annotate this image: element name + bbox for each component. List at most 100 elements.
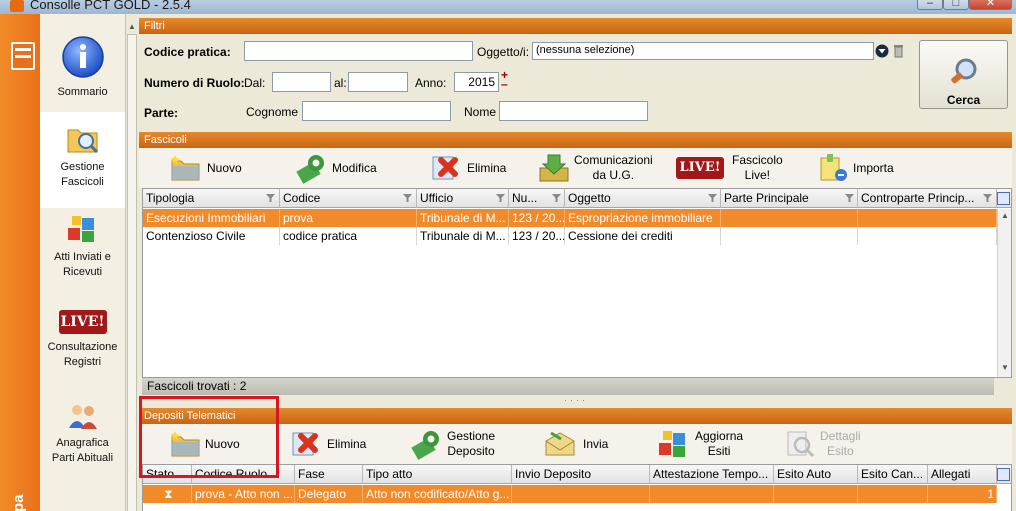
column-header[interactable]: Oggetto bbox=[565, 189, 721, 208]
fascicoli-import-button[interactable]: Importa bbox=[817, 148, 894, 188]
found-count: 2 bbox=[239, 379, 247, 393]
toolbar-label: Invia bbox=[583, 436, 609, 451]
cognome-input[interactable] bbox=[302, 101, 451, 121]
table-cell: Espropriazione immobiliare bbox=[565, 209, 721, 227]
table-cell bbox=[858, 209, 997, 227]
scroll-thumb[interactable] bbox=[127, 34, 137, 511]
oggetto-label: Oggetto/i: bbox=[477, 45, 530, 59]
anno-stepper[interactable]: + – bbox=[501, 69, 508, 90]
table-cell: Contenzioso Civile bbox=[143, 227, 280, 245]
toolbar-label: da U.G. bbox=[592, 168, 635, 182]
depositi-gestione-button[interactable]: Gestione Deposito bbox=[409, 424, 495, 464]
filter-icon[interactable] bbox=[845, 194, 854, 202]
anno-input[interactable] bbox=[454, 72, 499, 92]
people-icon bbox=[68, 405, 97, 429]
scroll-up-icon[interactable]: ▲ bbox=[1001, 211, 1009, 220]
search-button[interactable]: Cerca bbox=[919, 40, 1008, 109]
toolbar-label: Gestione bbox=[447, 429, 496, 443]
filters-header: Filtri bbox=[139, 18, 1012, 34]
maximize-button[interactable]: □ bbox=[943, 0, 969, 10]
toolbar-label: Live! bbox=[744, 168, 771, 182]
nav-label: Consultazione bbox=[47, 341, 118, 353]
table-cell bbox=[650, 485, 774, 503]
fascicoli-scrollbar[interactable]: ▲ ▼ bbox=[997, 209, 1011, 377]
left-brand-bar: Spa bbox=[0, 14, 40, 511]
table-cell: prova bbox=[280, 209, 417, 227]
fascicoli-new-button[interactable]: Nuovo bbox=[169, 148, 242, 188]
column-header[interactable]: Fase bbox=[295, 465, 363, 484]
column-header[interactable]: Parte Principale bbox=[721, 189, 858, 208]
table-cell: 123 / 20... bbox=[509, 209, 565, 227]
toolbar-label: Modifica bbox=[332, 160, 377, 175]
edit-icon bbox=[411, 431, 439, 460]
oggetto-select[interactable]: (nessuna selezione) bbox=[532, 42, 874, 60]
depositi-refresh-button[interactable]: Aggiorna Esiti bbox=[657, 424, 743, 464]
table-cell: Cessione dei crediti bbox=[565, 227, 721, 245]
column-header[interactable]: Controparte Princip... bbox=[858, 189, 997, 208]
nome-input[interactable] bbox=[499, 101, 648, 121]
column-header[interactable]: Esito Auto bbox=[774, 465, 858, 484]
table-row[interactable]: ⧗ prova - Atto non ... Delegato Atto non… bbox=[143, 485, 997, 503]
app-logo-icon bbox=[10, 0, 24, 12]
filter-icon[interactable] bbox=[266, 194, 275, 202]
inbox-icon bbox=[539, 154, 569, 182]
al-input[interactable] bbox=[348, 72, 408, 92]
column-header[interactable]: Esito Can... bbox=[858, 465, 928, 484]
column-header[interactable]: Tipo atto bbox=[363, 465, 512, 484]
fascicoli-toolbar: Nuovo Modifica Elimina Comunicazioni da U… bbox=[139, 148, 1012, 188]
brand-logo-icon bbox=[11, 42, 35, 70]
nav-label: Parti Abituali bbox=[51, 452, 114, 464]
nav-scrollbar[interactable]: ▲ bbox=[125, 14, 138, 511]
depositi-details-button[interactable]: Dettagli Esito bbox=[784, 424, 861, 464]
column-header[interactable]: Tipologia bbox=[143, 189, 280, 208]
fascicoli-delete-button[interactable]: Elimina bbox=[429, 148, 506, 188]
toolbar-label: Importa bbox=[853, 160, 894, 175]
scroll-up-icon[interactable]: ▲ bbox=[128, 22, 136, 31]
nav-label: Anagrafica bbox=[56, 437, 109, 449]
filters-panel: Codice pratica: Oggetto/i: (nessuna sele… bbox=[139, 34, 914, 124]
fascicoli-grid-header: Tipologia Codice Ufficio Nu... Oggetto P… bbox=[143, 189, 1011, 208]
filter-icon[interactable] bbox=[496, 194, 505, 202]
dropdown-down-icon[interactable] bbox=[875, 44, 889, 58]
nav-label: Fascicoli bbox=[61, 176, 104, 188]
close-button[interactable]: ✕ bbox=[969, 0, 1012, 10]
column-header[interactable]: Invio Deposito bbox=[512, 465, 650, 484]
codice-input[interactable] bbox=[244, 41, 473, 61]
filter-icon[interactable] bbox=[403, 194, 412, 202]
filter-icon[interactable] bbox=[552, 194, 561, 202]
depositi-delete-button[interactable]: Elimina bbox=[289, 424, 366, 464]
nav-panel: Sommario Gestione Fascicoli Atti Inviati… bbox=[40, 14, 125, 511]
table-row[interactable]: Contenzioso Civile codice pratica Tribun… bbox=[143, 227, 1011, 245]
live-badge-icon: LIVE! bbox=[676, 157, 724, 179]
fascicoli-edit-button[interactable]: Modifica bbox=[294, 148, 377, 188]
minimize-button[interactable]: – bbox=[917, 0, 943, 10]
table-cell: Esecuzioni Immobiliari bbox=[143, 209, 280, 227]
column-header[interactable]: Allegati bbox=[928, 465, 997, 484]
scroll-down-icon[interactable]: ▼ bbox=[1001, 363, 1009, 372]
dal-input[interactable] bbox=[272, 72, 331, 92]
column-header[interactable]: Attestazione Tempo... bbox=[650, 465, 774, 484]
fascicoli-live-button[interactable]: LIVE! Fascicolo Live! bbox=[676, 148, 783, 188]
nav-item-atti[interactable]: Atti Inviati e Ricevuti bbox=[40, 214, 125, 304]
table-row[interactable]: Esecuzioni Immobiliari prova Tribunale d… bbox=[143, 209, 1011, 227]
nav-item-gestione-fascicoli[interactable]: Gestione Fascicoli bbox=[40, 112, 125, 208]
nav-label: Ricevuti bbox=[62, 266, 103, 278]
splitter-handle[interactable]: ···· bbox=[564, 395, 588, 405]
column-header[interactable]: Codice bbox=[280, 189, 417, 208]
filter-icon[interactable] bbox=[983, 194, 992, 202]
cognome-label: Cognome bbox=[246, 105, 299, 119]
trash-icon[interactable] bbox=[892, 43, 905, 58]
fascicoli-header: Fascicoli bbox=[139, 132, 1012, 148]
toolbar-label: Esito bbox=[827, 444, 854, 458]
depositi-send-button[interactable]: Invia bbox=[543, 424, 608, 464]
column-chooser-icon[interactable] bbox=[997, 192, 1010, 205]
magnifier-doc-icon bbox=[787, 431, 815, 458]
nav-item-consultazione[interactable]: LIVE! Consultazione Registri bbox=[40, 310, 125, 400]
toolbar-label: Elimina bbox=[327, 436, 367, 451]
edit-icon bbox=[296, 155, 324, 184]
fascicoli-comunicazioni-button[interactable]: Comunicazioni da U.G. bbox=[537, 148, 653, 188]
parte-label: Parte: bbox=[144, 106, 179, 120]
filter-icon[interactable] bbox=[708, 194, 717, 202]
column-chooser-icon[interactable] bbox=[997, 468, 1010, 481]
nav-item-anagrafica[interactable]: Anagrafica Parti Abituali bbox=[40, 402, 125, 492]
